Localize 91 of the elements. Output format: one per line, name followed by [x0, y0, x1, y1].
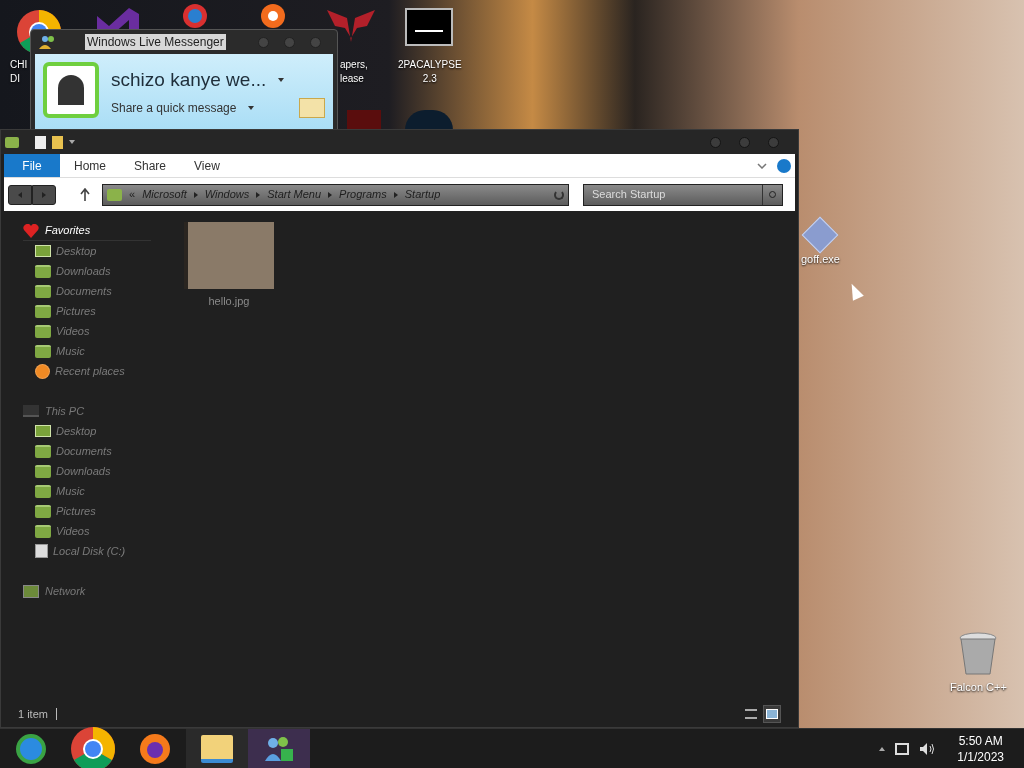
caret-icon[interactable]	[69, 140, 75, 144]
nav-item[interactable]: Videos	[56, 322, 90, 340]
caret-icon[interactable]	[248, 105, 255, 110]
folder-icon	[35, 344, 51, 358]
nav-section[interactable]: This PC	[45, 402, 85, 420]
document-icon[interactable]	[35, 135, 46, 149]
breadcrumb-item[interactable]: Startup	[404, 186, 441, 203]
separator-icon[interactable]	[193, 191, 198, 198]
folder-icon	[35, 324, 51, 338]
avatar-picture	[43, 62, 99, 118]
nav-item[interactable]: Downloads	[56, 262, 111, 280]
file-name[interactable]: hello.jpg	[208, 293, 250, 310]
desktop-icon	[35, 425, 51, 437]
winged-emblem-icon	[327, 8, 375, 42]
folder-icon[interactable]	[52, 135, 63, 149]
icon-label: 2PACALYPSE 2.3	[398, 58, 462, 86]
quick-message-field[interactable]: Share a quick message	[111, 98, 237, 117]
monitor-icon	[23, 405, 39, 417]
ribbon-tab[interactable]: View	[180, 154, 234, 177]
large-icons-view-button[interactable]	[763, 705, 781, 723]
separator-icon[interactable]	[256, 191, 261, 198]
nav-item[interactable]: Videos	[56, 522, 90, 540]
nav-item[interactable]: Downloads	[56, 462, 111, 480]
nav-item[interactable]: Documents	[56, 282, 112, 300]
up-button[interactable]	[80, 188, 90, 201]
people-icon	[263, 734, 295, 763]
refresh-icon[interactable]	[554, 189, 564, 200]
back-button[interactable]	[8, 184, 32, 205]
ribbon-tab[interactable]: Home	[60, 154, 120, 177]
breadcrumb-item[interactable]: Windows	[204, 186, 250, 203]
nav-item[interactable]: Music	[56, 482, 85, 500]
status-text: 1 item	[18, 706, 48, 722]
disc-icon	[261, 4, 285, 28]
icon-label: CHI DI	[10, 58, 28, 86]
ring-icon	[183, 4, 207, 28]
command-prompt-icon	[405, 8, 453, 46]
icon-label: apers, lease	[340, 58, 368, 86]
folder-icon	[35, 504, 51, 518]
app-icon	[347, 110, 381, 130]
ribbon-tab[interactable]: File	[4, 154, 60, 177]
photo-placeholder[interactable]	[184, 222, 274, 289]
folder-icon	[35, 524, 51, 538]
nav-item[interactable]: Music	[56, 342, 85, 360]
folder-icon	[35, 444, 51, 458]
address-bar[interactable]: « Microsoft Windows Start Menu Programs Startup	[102, 183, 569, 206]
folder-icon	[201, 734, 233, 763]
breadcrumb-item[interactable]: Programs	[339, 186, 387, 203]
folder-icon	[35, 464, 51, 478]
tray-expand-icon[interactable]	[879, 746, 886, 751]
folder-icon	[35, 304, 51, 318]
firefox-icon	[139, 732, 171, 765]
nav-item[interactable]: Pictures	[56, 302, 96, 320]
taskbar-button[interactable]	[186, 729, 248, 768]
taskbar-button[interactable]	[248, 729, 310, 768]
window-title: Windows Live Messenger	[85, 34, 226, 50]
breadcrumb-item[interactable]: Microsoft	[142, 186, 187, 203]
nav-item[interactable]: Desktop	[56, 422, 97, 440]
search-field[interactable]: Search Startup	[583, 183, 783, 206]
drive-icon	[35, 544, 48, 558]
nav-item[interactable]: Pictures	[56, 502, 96, 520]
separator-icon[interactable]	[328, 191, 333, 198]
breadcrumb-item[interactable]: Start Menu	[267, 186, 322, 203]
nav-item[interactable]: Desktop	[56, 242, 97, 260]
chrome-icon	[69, 724, 117, 768]
start-orb-icon	[16, 733, 46, 764]
icon-label: goff.exe	[801, 252, 840, 266]
overflow-chevron[interactable]: «	[129, 186, 136, 203]
folder-icon	[35, 264, 51, 278]
chevron-icon[interactable]	[757, 162, 767, 169]
desktop-icon	[35, 245, 51, 257]
search-input[interactable]: Search Startup	[592, 186, 762, 203]
recycle-bin-icon	[958, 632, 999, 676]
ribbon-tab[interactable]: Share	[120, 154, 181, 177]
folder-icon	[35, 284, 51, 298]
caret-icon[interactable]	[278, 78, 285, 83]
people-icon	[39, 35, 57, 49]
folder-icon[interactable]	[5, 136, 19, 148]
nav-section[interactable]: Network	[45, 582, 86, 600]
volume-icon[interactable]	[919, 741, 936, 756]
clock[interactable]: 5:50 AM 1/1/2023	[957, 732, 1004, 765]
forward-button[interactable]	[32, 184, 56, 205]
folder-icon	[107, 188, 122, 201]
user-name[interactable]: schizo kanye we...	[111, 66, 267, 95]
nav-item[interactable]: Recent places	[55, 362, 125, 380]
nav-item[interactable]: Documents	[56, 442, 112, 460]
folder-icon	[35, 484, 51, 498]
nav-section[interactable]: Favorites	[45, 222, 91, 239]
heart-icon	[23, 223, 39, 238]
icon-label: Falcon C++	[950, 680, 1007, 694]
separator-icon[interactable]	[393, 191, 398, 198]
nav-item[interactable]: Local Disk (C:)	[53, 542, 126, 560]
